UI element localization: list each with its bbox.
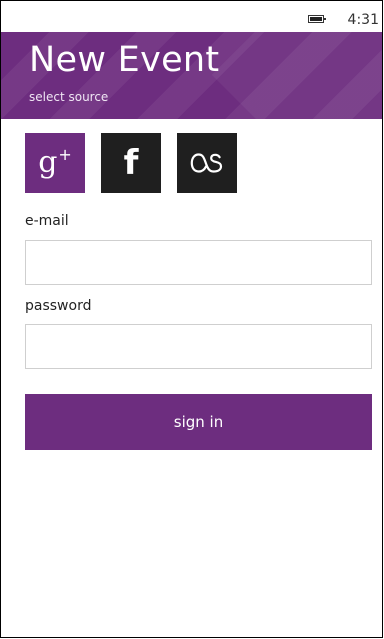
email-field[interactable] (25, 240, 372, 285)
lastfm-icon (190, 153, 223, 173)
facebook-icon: f (123, 143, 139, 183)
source-buttons: g+ f (25, 133, 237, 193)
email-label: e-mail (25, 213, 69, 229)
phone-screen: 4:31 New Event select source g+ f e-mail… (0, 0, 383, 638)
password-field[interactable] (25, 324, 372, 369)
password-label: password (25, 298, 92, 314)
status-bar: 4:31 (1, 1, 382, 32)
status-time: 4:31 (347, 12, 379, 28)
battery-icon (308, 15, 326, 23)
lastfm-button[interactable] (177, 133, 237, 193)
google-plus-icon: g+ (38, 144, 72, 180)
page-title: New Event (29, 40, 220, 80)
sign-in-button[interactable]: sign in (25, 394, 372, 450)
page-header: New Event select source (1, 32, 382, 119)
google-plus-button[interactable]: g+ (25, 133, 85, 193)
page-subtitle: select source (29, 90, 109, 104)
facebook-button[interactable]: f (101, 133, 161, 193)
